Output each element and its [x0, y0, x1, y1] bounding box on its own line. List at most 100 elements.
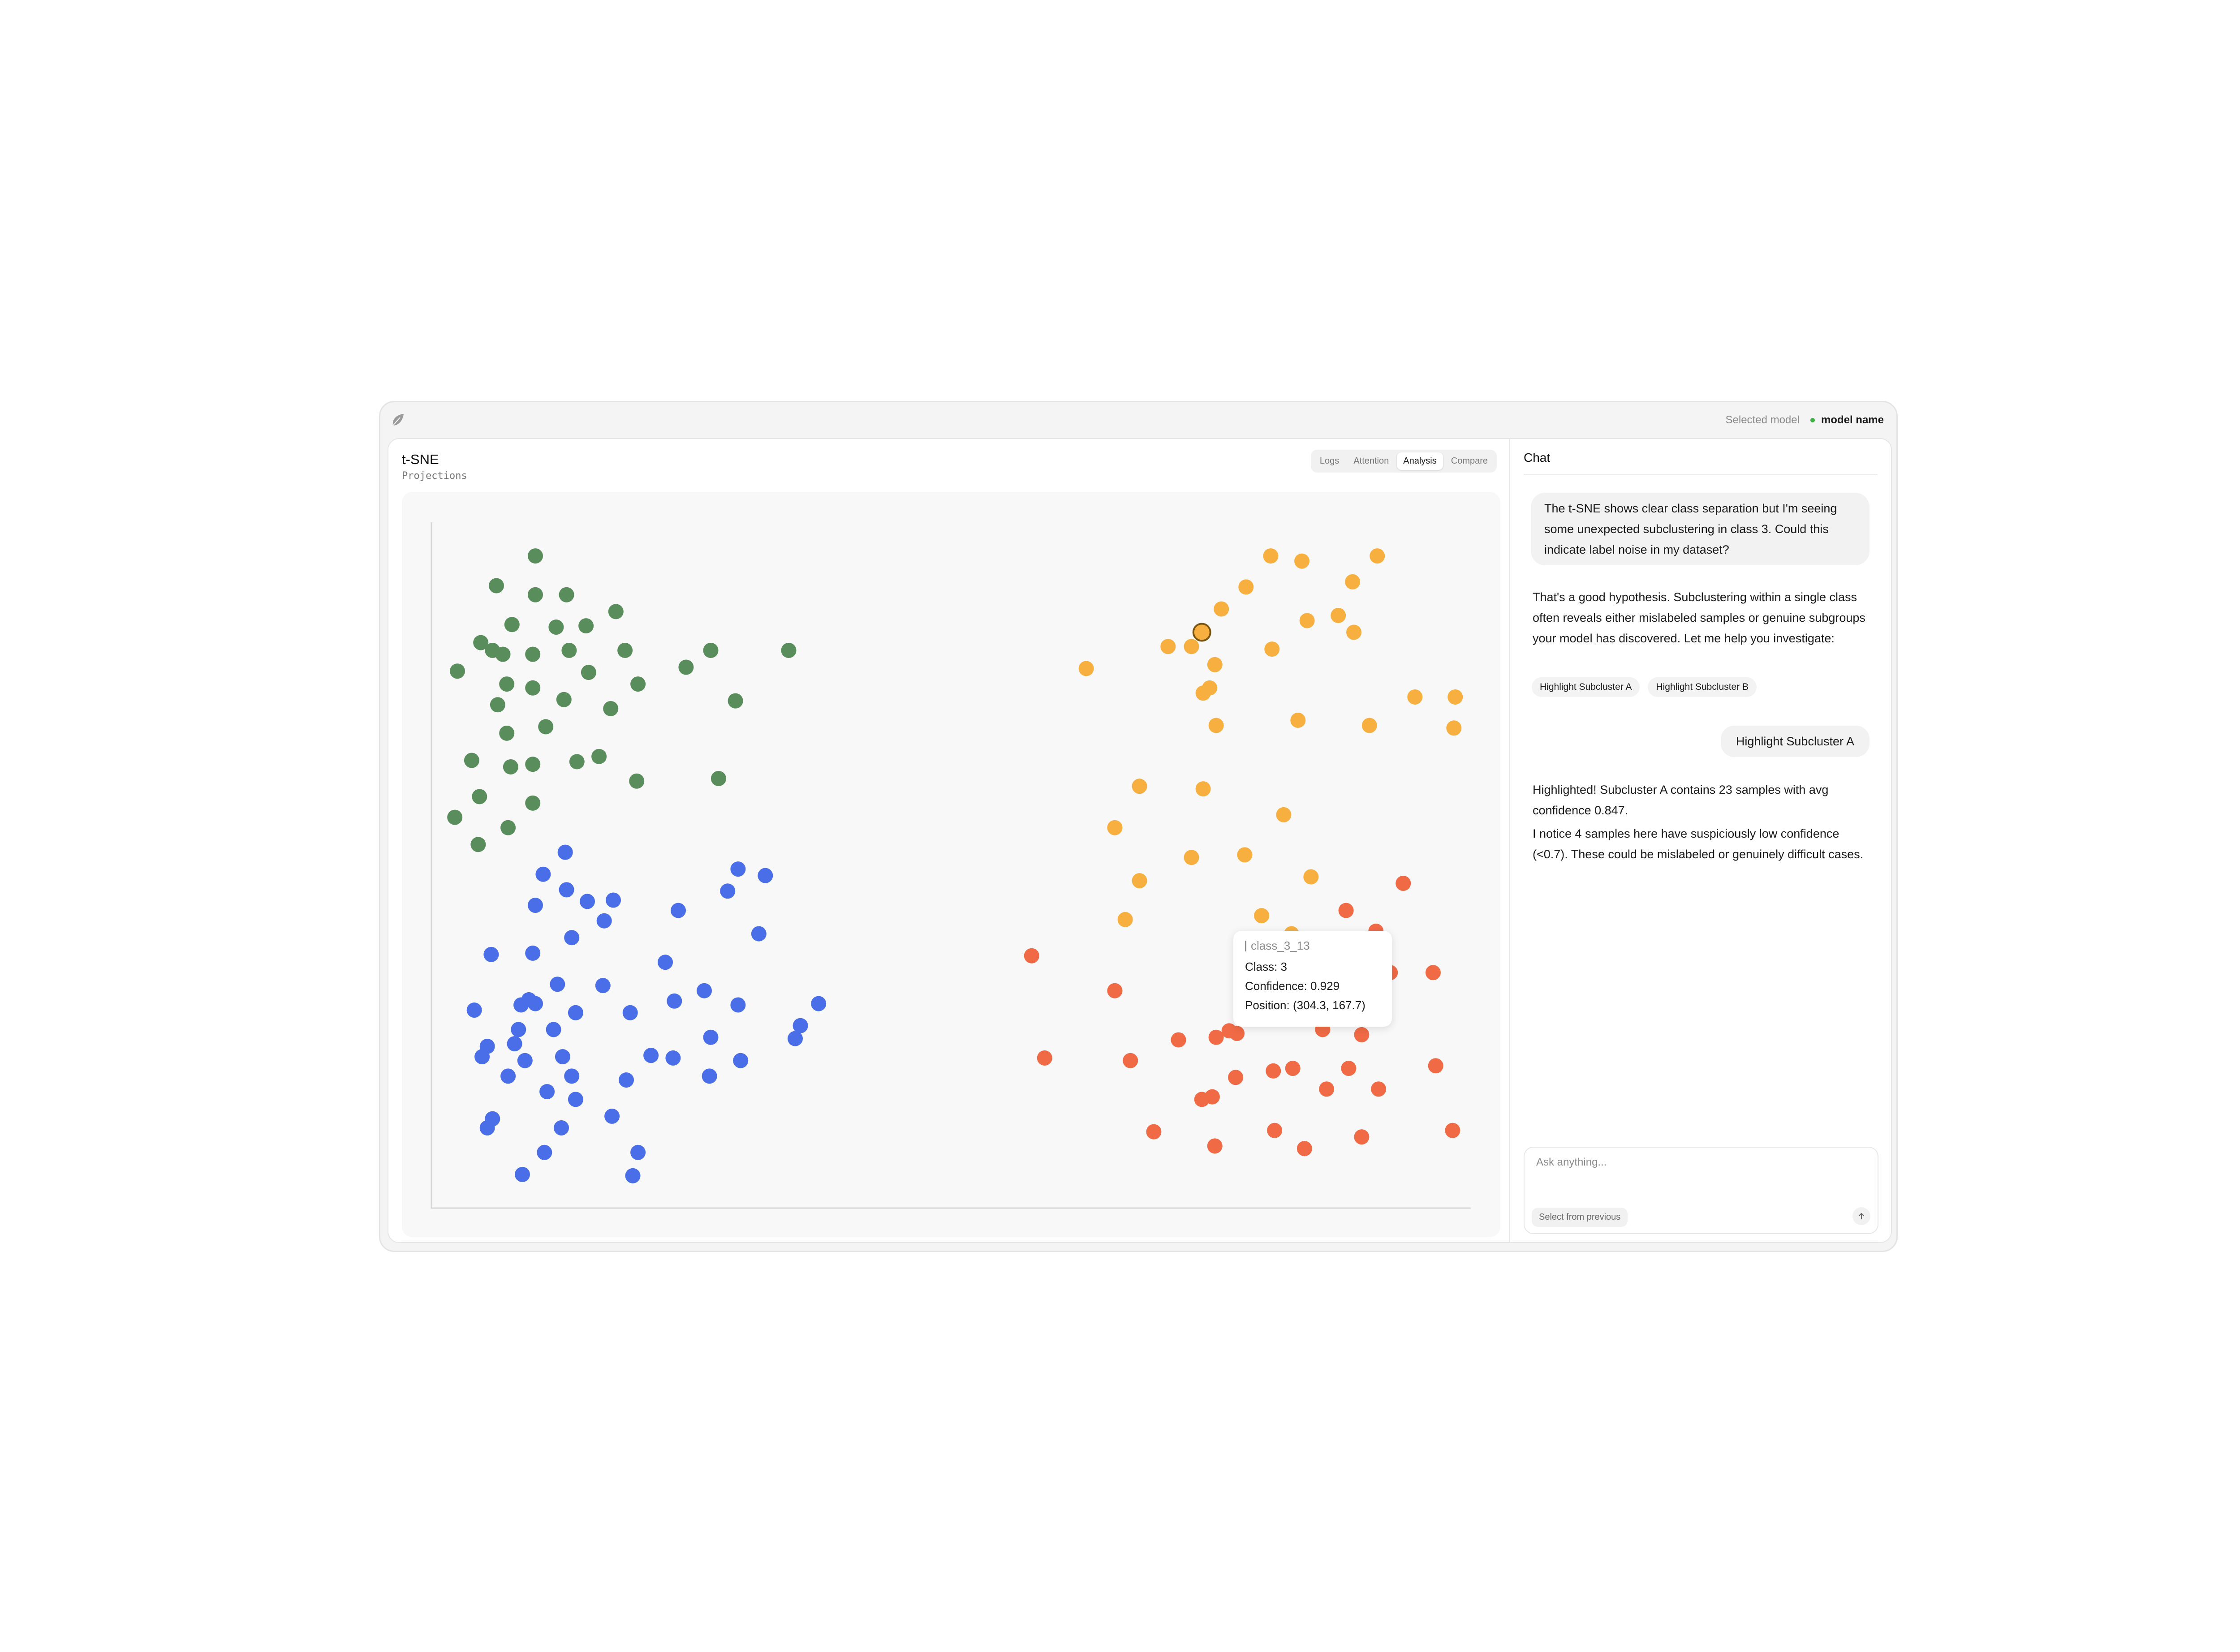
scatter-point-class-2[interactable] [1331, 607, 1346, 623]
scatter-point-class-1[interactable] [537, 1144, 552, 1160]
scatter-point-class-0[interactable] [781, 642, 797, 658]
scatter-point-class-0[interactable] [559, 587, 574, 602]
scatter-point-class-1[interactable] [568, 1005, 583, 1020]
scatter-point-class-0[interactable] [578, 618, 594, 634]
chat-input[interactable] [1535, 1156, 1869, 1169]
scatter-point-class-3[interactable] [1425, 965, 1441, 981]
tab-attention[interactable]: Attention [1347, 452, 1395, 470]
scatter-point-class-1[interactable] [513, 997, 529, 1013]
scatter-point-class-1[interactable] [554, 1120, 569, 1136]
scatter-point-class-3[interactable] [1171, 1032, 1186, 1048]
scatter-point-class-2[interactable] [1290, 712, 1306, 728]
scatter-point-class-1[interactable] [596, 913, 612, 929]
model-selector[interactable]: Selected model model name [1726, 414, 1884, 426]
scatter-point-class-1[interactable] [720, 883, 736, 899]
scatter-point-class-0[interactable] [504, 617, 520, 632]
scatter-point-class-0[interactable] [630, 676, 646, 692]
scatter-point-class-1[interactable] [730, 861, 746, 877]
scatter-point-class-1[interactable] [625, 1168, 641, 1183]
scatter-point-class-1[interactable] [539, 1084, 555, 1100]
scatter-point-class-2[interactable] [1276, 807, 1292, 822]
scatter-point-class-1[interactable] [730, 997, 746, 1013]
tab-compare[interactable]: Compare [1445, 452, 1494, 470]
scatter-point-class-0[interactable] [617, 642, 633, 658]
scatter-point-class-2[interactable] [1214, 601, 1229, 617]
scatter-point-class-2[interactable] [1237, 847, 1253, 863]
scatter-point-class-0[interactable] [528, 548, 543, 564]
scatter-point-class-1[interactable] [580, 894, 595, 909]
scatter-point-class-0[interactable] [703, 642, 719, 658]
scatter-point-class-2[interactable] [1132, 779, 1147, 794]
scatter-point-class-1[interactable] [751, 926, 767, 942]
scatter-point-class-1[interactable] [557, 844, 573, 860]
scatter-point-class-3[interactable] [1396, 875, 1411, 891]
scatter-point-class-2[interactable] [1238, 579, 1254, 595]
scatter-point-class-1[interactable] [511, 1022, 526, 1037]
scatter-point-class-0[interactable] [538, 719, 554, 735]
scatter-point-class-0[interactable] [548, 619, 564, 635]
scatter-point-class-2[interactable] [1117, 912, 1133, 927]
scatter-point-class-3[interactable] [1285, 1061, 1301, 1076]
scatter-point-class-2[interactable] [1446, 720, 1462, 736]
highlight-subcluster-b-button[interactable]: Highlight Subcluster B [1648, 677, 1757, 697]
scatter-point-class-0[interactable] [450, 663, 465, 679]
scatter-point-class-1[interactable] [606, 892, 621, 908]
scatter-point-class-3[interactable] [1208, 1029, 1224, 1045]
scatter-point-class-1[interactable] [643, 1048, 659, 1063]
scatter-point-class-3[interactable] [1445, 1123, 1460, 1138]
scatter-point-class-0[interactable] [495, 646, 511, 662]
scatter-point-class-0[interactable] [500, 820, 516, 835]
scatter-point-class-1[interactable] [665, 1050, 681, 1066]
scatter-point-class-2[interactable] [1361, 718, 1377, 733]
scatter-point-class-3[interactable] [1037, 1050, 1052, 1066]
scatter-point-class-3[interactable] [1267, 1123, 1283, 1138]
scatter-point-class-0[interactable] [581, 665, 596, 680]
scatter-point-class-1[interactable] [671, 903, 686, 918]
scatter-point-class-1[interactable] [525, 945, 541, 961]
scatter-point-class-0[interactable] [603, 701, 619, 716]
scatter-point-class-3[interactable] [1024, 948, 1039, 964]
scatter-point-class-2[interactable] [1195, 685, 1211, 701]
send-button[interactable] [1852, 1207, 1870, 1225]
scatter-point-class-1[interactable] [630, 1144, 646, 1160]
scatter-point-class-3[interactable] [1107, 983, 1123, 998]
scatter-point-class-1[interactable] [555, 1049, 570, 1065]
scatter-point-class-3[interactable] [1354, 1027, 1370, 1042]
scatter-point-class-1[interactable] [535, 866, 551, 882]
scatter-point-class-0[interactable] [561, 642, 577, 658]
scatter-point-class-0[interactable] [525, 757, 541, 772]
scatter-point-class-2[interactable] [1447, 689, 1463, 705]
scatter-point-class-0[interactable] [525, 795, 541, 811]
scatter-point-class-2[interactable] [1264, 641, 1280, 657]
scatter-point-class-1[interactable] [517, 1053, 533, 1068]
tab-logs[interactable]: Logs [1314, 452, 1345, 470]
scatter-point-class-2[interactable] [1303, 869, 1319, 885]
scatter-point-class-2[interactable] [1160, 639, 1176, 654]
scatter-point-class-1[interactable] [515, 1166, 530, 1182]
scatter-point-class-3[interactable] [1146, 1124, 1162, 1140]
scatter-point-class-0[interactable] [499, 725, 515, 741]
scatter-point-class-2[interactable] [1263, 548, 1279, 564]
scatter-point-class-3[interactable] [1319, 1081, 1335, 1097]
scatter-point-class-1[interactable] [733, 1053, 749, 1068]
scatter-point-class-1[interactable] [811, 996, 827, 1011]
scatter-point-class-0[interactable] [528, 587, 543, 602]
scatter-point-class-2[interactable] [1207, 657, 1223, 672]
scatter-point-class-3[interactable] [1266, 1063, 1281, 1079]
scatter-point-class-1[interactable] [604, 1108, 620, 1124]
scatter-point-class-1[interactable] [550, 977, 565, 992]
scatter-point-class-1[interactable] [622, 1005, 638, 1020]
scatter-point-class-1[interactable] [528, 996, 543, 1011]
scatter-point-class-0[interactable] [503, 759, 518, 774]
scatter-point-class-3[interactable] [1123, 1053, 1138, 1068]
scatter-point-class-2[interactable] [1294, 553, 1310, 569]
scatter-point-class-3[interactable] [1207, 1138, 1223, 1154]
scatter-point-class-1[interactable] [483, 946, 499, 962]
scatter-point-class-3[interactable] [1354, 1129, 1370, 1145]
scatter-point-class-3[interactable] [1371, 1081, 1387, 1097]
scatter-point-class-0[interactable] [470, 837, 486, 852]
scatter-point-class-2[interactable] [1370, 548, 1385, 564]
scatter-point-class-3[interactable] [1338, 903, 1354, 918]
scatter-point-class-1[interactable] [658, 955, 673, 970]
scatter-point-class-2[interactable] [1345, 574, 1361, 589]
